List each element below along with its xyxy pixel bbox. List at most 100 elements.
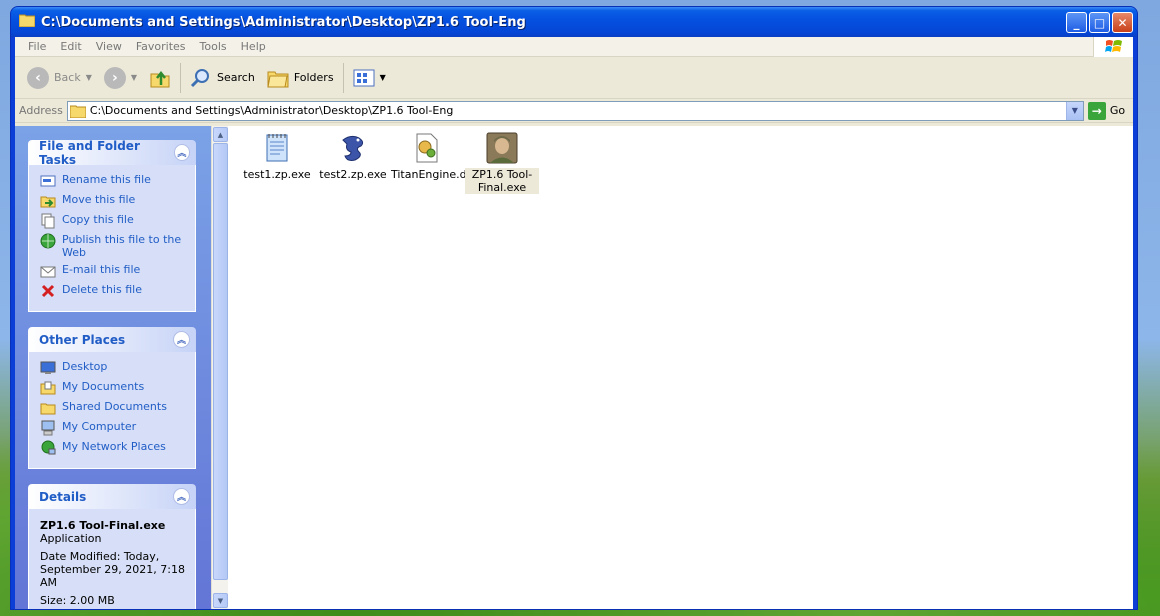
menu-edit[interactable]: Edit	[53, 40, 88, 53]
file-item-titanengine[interactable]: TitanEngine.dll	[390, 130, 473, 181]
back-arrow-icon: ‹	[27, 66, 49, 89]
views-dropdown-icon[interactable]: ▼	[380, 73, 386, 82]
taskpane-scrollbar[interactable]: ▲ ▼	[211, 126, 228, 609]
address-dropdown-icon[interactable]: ▼	[1065, 101, 1083, 120]
address-value: C:\Documents and Settings\Administrator\…	[89, 104, 454, 117]
my-documents-icon	[40, 381, 56, 395]
email-icon	[40, 266, 56, 278]
menu-favorites[interactable]: Favorites	[129, 40, 193, 53]
shared-documents-link[interactable]: Shared Documents	[40, 400, 189, 416]
file-item-test1[interactable]: test1.zp.exe	[240, 130, 314, 181]
forward-arrow-icon: ›	[103, 66, 126, 89]
search-icon	[190, 68, 210, 87]
link-label: Shared Documents	[62, 400, 167, 413]
menu-view[interactable]: View	[89, 40, 129, 53]
address-label: Address	[19, 104, 63, 117]
go-button[interactable]: → Go	[1087, 101, 1126, 120]
go-label: Go	[1109, 104, 1126, 117]
go-arrow-icon: →	[1087, 101, 1106, 120]
menu-file[interactable]: File	[21, 40, 53, 53]
up-folder-icon	[150, 70, 170, 87]
other-places-header[interactable]: Other Places ︽	[28, 327, 196, 352]
toolbar: ‹ Back ▼ › ▼ Search Folders ▼	[15, 57, 1133, 99]
file-name: ZP1.6 Tool-Final.exe	[465, 168, 539, 194]
search-button[interactable]: Search	[184, 62, 261, 94]
address-bar: Address C:\Documents and Settings\Admini…	[15, 99, 1133, 123]
folders-icon	[267, 71, 289, 87]
menu-help[interactable]: Help	[234, 40, 273, 53]
my-network-places-link[interactable]: My Network Places	[40, 440, 189, 456]
portrait-icon	[486, 132, 518, 164]
move-file-link[interactable]: Move this file	[40, 193, 189, 209]
file-folder-tasks-panel: File and Folder Tasks ︽ Rename this file…	[28, 138, 196, 312]
collapse-icon[interactable]: ︽	[173, 331, 190, 348]
other-places-panel: Other Places ︽ Desktop My Documents Shar…	[28, 327, 196, 469]
windows-logo-icon	[1093, 37, 1133, 57]
folders-label: Folders	[293, 71, 334, 84]
move-icon	[40, 196, 56, 208]
panel-title: File and Folder Tasks	[39, 138, 140, 167]
back-button[interactable]: ‹ Back ▼	[21, 62, 98, 94]
toolbar-separator	[342, 62, 344, 93]
link-label: My Computer	[62, 420, 137, 433]
explorer-window: C:\Documents and Settings\Administrator\…	[10, 6, 1138, 610]
scroll-down-icon[interactable]: ▼	[213, 593, 228, 608]
folder-icon	[18, 13, 36, 31]
file-name: test2.zp.exe	[319, 168, 387, 181]
file-item-zp16-tool[interactable]: ZP1.6 Tool-Final.exe	[465, 130, 539, 194]
my-documents-link[interactable]: My Documents	[40, 380, 189, 396]
rename-file-link[interactable]: Rename this file	[40, 173, 189, 189]
delete-icon	[41, 284, 55, 298]
my-computer-icon	[41, 420, 55, 436]
delete-file-link[interactable]: Delete this file	[40, 283, 189, 299]
scroll-up-icon[interactable]: ▲	[213, 127, 228, 142]
search-label: Search	[217, 71, 255, 84]
title-bar[interactable]: C:\Documents and Settings\Administrator\…	[11, 7, 1137, 37]
forward-button[interactable]: › ▼	[98, 62, 143, 94]
network-icon	[41, 440, 56, 455]
publish-file-link[interactable]: Publish this file to the Web	[40, 233, 189, 259]
folders-button[interactable]: Folders	[261, 62, 340, 94]
up-folder-button[interactable]	[143, 62, 177, 94]
back-label: Back	[54, 71, 81, 84]
copy-icon	[41, 213, 55, 229]
window-client: File Edit View Favorites Tools Help ‹ Ba…	[15, 37, 1133, 609]
copy-file-link[interactable]: Copy this file	[40, 213, 189, 229]
menu-bar: File Edit View Favorites Tools Help	[15, 37, 1133, 57]
forward-dropdown-icon[interactable]: ▼	[131, 73, 137, 82]
link-label: Desktop	[62, 360, 108, 373]
details-size: Size: 2.00 MB	[40, 594, 115, 607]
link-label: Move this file	[62, 193, 136, 206]
link-label: Rename this file	[62, 173, 151, 186]
file-item-test2[interactable]: test2.zp.exe	[316, 130, 390, 181]
window-title: C:\Documents and Settings\Administrator\…	[41, 14, 526, 30]
rename-icon	[40, 175, 56, 187]
details-header[interactable]: Details ︽	[28, 484, 196, 509]
address-input[interactable]: C:\Documents and Settings\Administrator\…	[66, 100, 1084, 121]
link-label: Publish this file to the Web	[62, 233, 182, 259]
email-file-link[interactable]: E-mail this file	[40, 263, 189, 279]
menu-tools[interactable]: Tools	[193, 40, 234, 53]
link-label: Copy this file	[62, 213, 134, 226]
link-label: E-mail this file	[62, 263, 141, 276]
collapse-icon[interactable]: ︽	[173, 144, 190, 161]
link-label: My Network Places	[62, 440, 166, 453]
scrollbar-thumb[interactable]	[213, 143, 228, 580]
content-area: File and Folder Tasks ︽ Rename this file…	[15, 126, 1133, 609]
close-button[interactable]: ✕	[1112, 12, 1133, 33]
maximize-button[interactable]: □	[1089, 12, 1110, 33]
file-folder-tasks-header[interactable]: File and Folder Tasks ︽	[28, 138, 196, 167]
desktop-link[interactable]: Desktop	[40, 360, 189, 376]
details-file-type: Application	[40, 532, 102, 545]
file-list-pane[interactable]: test1.zp.exe test2.zp.exe TitanEngine.dl…	[228, 126, 1133, 609]
collapse-icon[interactable]: ︽	[173, 488, 190, 505]
my-computer-link[interactable]: My Computer	[40, 420, 189, 436]
back-dropdown-icon[interactable]: ▼	[86, 73, 92, 82]
minimize-button[interactable]: _	[1066, 12, 1087, 33]
details-panel: Details ︽ ZP1.6 Tool-Final.exe Applicati…	[28, 484, 196, 609]
views-button[interactable]: ▼	[347, 62, 392, 94]
link-label: Delete this file	[62, 283, 142, 296]
file-name: test1.zp.exe	[243, 168, 311, 181]
link-label: My Documents	[62, 380, 145, 393]
details-date-modified: Date Modified: Today, September 29, 2021…	[40, 550, 185, 589]
